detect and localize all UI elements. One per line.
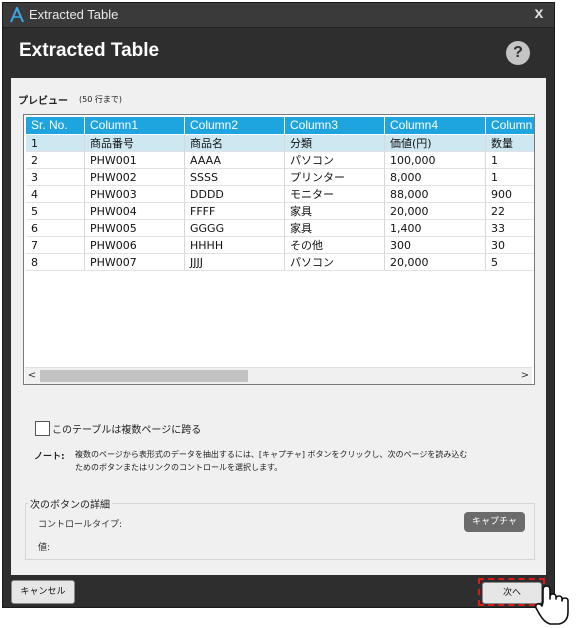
column-header[interactable]: Column — [486, 117, 534, 134]
table-row[interactable]: 2 PHW001 AAAA パソコン 100,000 1 — [26, 152, 534, 169]
multi-page-label[interactable]: このテーブルは複数ページに跨る — [52, 421, 201, 436]
note-text: 複数のページから表形式のデータを抽出するには、[キャプチャ] ボタンをクリックし… — [75, 450, 468, 459]
preview-label: プレビュー — [18, 96, 68, 107]
close-button[interactable]: x — [530, 4, 548, 24]
table-cell: 家具 — [285, 220, 385, 237]
table-cell: PHW005 — [85, 220, 185, 237]
table-cell: 22 — [486, 203, 534, 220]
horizontal-scrollbar[interactable]: < > — [25, 367, 532, 384]
table-cell: パソコン — [285, 152, 385, 169]
cancel-button[interactable]: キャンセル — [11, 580, 75, 604]
table-cell: 3 — [26, 169, 85, 186]
table-cell: その他 — [285, 237, 385, 254]
table-cell: 33 — [486, 220, 534, 237]
next-button-details-legend: 次のボタンの詳細 — [28, 496, 112, 511]
dialog-window: Extracted Table x Extracted Table ? プレビュ… — [2, 2, 555, 608]
table-cell: 商品番号 — [85, 135, 185, 152]
table-cell: GGGG — [185, 220, 285, 237]
table-cell: 5 — [26, 203, 85, 220]
table-cell: 7 — [26, 237, 85, 254]
window-title: Extracted Table — [29, 7, 119, 22]
help-icon[interactable]: ? — [506, 41, 530, 65]
table-cell: 30 — [486, 237, 534, 254]
page-title: Extracted Table — [19, 40, 160, 61]
table-cell: 8,000 — [385, 169, 486, 186]
table-cell: PHW003 — [85, 186, 185, 203]
table-cell: モニター — [285, 186, 385, 203]
dialog-content: プレビュー (50 行まで) Sr. No. Column1 Column2 Colu… — [11, 78, 546, 575]
scroll-right-arrow-icon[interactable]: > — [518, 368, 532, 384]
column-header[interactable]: Column3 — [285, 117, 385, 134]
table-grid: Sr. No. Column1 Column2 Column3 Column4 Colum… — [26, 117, 534, 365]
capture-button[interactable]: キャプチャ — [464, 512, 525, 532]
table-cell: 1,400 — [385, 220, 486, 237]
table-cell: DDDD — [185, 186, 285, 203]
table-cell: 100,000 — [385, 152, 486, 169]
control-type-label: コントロールタイプ: — [38, 520, 123, 530]
value-label: 値: — [38, 543, 51, 553]
column-header[interactable]: Sr. No. — [26, 117, 85, 134]
table-cell: JJJJ — [185, 254, 285, 271]
table-cell: 1 — [486, 169, 534, 186]
table-cell: 8 — [26, 254, 85, 271]
table-cell: 20,000 — [385, 254, 486, 271]
table-row[interactable]: 1 商品番号 商品名 分類 価値(円) 数量 — [26, 135, 534, 152]
note-heading: ノート: — [34, 452, 65, 462]
column-header[interactable]: Column1 — [85, 117, 185, 134]
dialog-footer: キャンセル 次へ — [3, 575, 554, 607]
table-cell: 20,000 — [385, 203, 486, 220]
preview-table[interactable]: Sr. No. Column1 Column2 Column3 Column4 Colum… — [23, 114, 535, 385]
table-cell: 家具 — [285, 203, 385, 220]
scroll-thumb[interactable] — [40, 370, 248, 382]
table-cell: 2 — [26, 152, 85, 169]
title-bar: Extracted Table x — [3, 3, 554, 28]
table-cell: PHW001 — [85, 152, 185, 169]
table-cell: 300 — [385, 237, 486, 254]
table-header-row: Sr. No. Column1 Column2 Column3 Column4 Colum… — [26, 117, 534, 134]
table-cell: 6 — [26, 220, 85, 237]
table-cell: FFFF — [185, 203, 285, 220]
table-cell: PHW006 — [85, 237, 185, 254]
table-cell: 1 — [26, 135, 85, 152]
table-cell: 価値(円) — [385, 135, 486, 152]
column-header[interactable]: Column2 — [185, 117, 285, 134]
table-row[interactable]: 6 PHW005 GGGG 家具 1,400 33 — [26, 220, 534, 237]
table-row[interactable]: 3 PHW002 SSSS プリンター 8,000 1 — [26, 169, 534, 186]
table-cell: PHW007 — [85, 254, 185, 271]
table-cell: HHHH — [185, 237, 285, 254]
table-cell: 4 — [26, 186, 85, 203]
table-cell: 5 — [486, 254, 534, 271]
hand-pointer-icon — [534, 585, 569, 625]
table-cell: パソコン — [285, 254, 385, 271]
table-cell: 88,000 — [385, 186, 486, 203]
table-cell: AAAA — [185, 152, 285, 169]
column-header[interactable]: Column4 — [385, 117, 486, 134]
dialog-header: Extracted Table ? — [3, 28, 554, 78]
table-row[interactable]: 5 PHW004 FFFF 家具 20,000 22 — [26, 203, 534, 220]
table-cell: 分類 — [285, 135, 385, 152]
multi-page-checkbox[interactable] — [35, 421, 50, 436]
table-row[interactable]: 4 PHW003 DDDD モニター 88,000 900 — [26, 186, 534, 203]
table-cell: 数量 — [486, 135, 534, 152]
table-cell: 1 — [486, 152, 534, 169]
preview-limit-note: (50 行まで) — [79, 95, 122, 104]
table-cell: PHW002 — [85, 169, 185, 186]
note-text-continued: ためのボタンまたはリンクのコントロールを選択します。 — [75, 463, 283, 472]
table-cell: 商品名 — [185, 135, 285, 152]
table-row[interactable]: 8 PHW007 JJJJ パソコン 20,000 5 — [26, 254, 534, 271]
table-cell: PHW004 — [85, 203, 185, 220]
scroll-left-arrow-icon[interactable]: < — [25, 368, 39, 384]
table-cell: プリンター — [285, 169, 385, 186]
next-button-details-group — [25, 503, 535, 560]
table-row[interactable]: 7 PHW006 HHHH その他 300 30 — [26, 237, 534, 254]
table-cell: 900 — [486, 186, 534, 203]
app-logo-icon — [10, 7, 24, 23]
table-cell: SSSS — [185, 169, 285, 186]
